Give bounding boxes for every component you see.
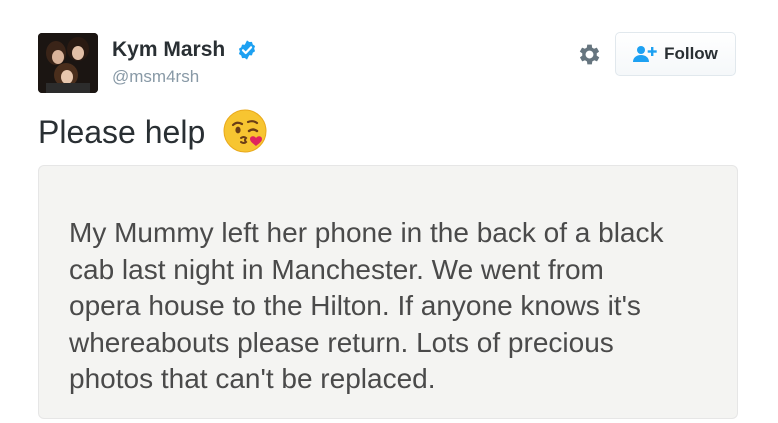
tweet-card: Kym Marsh @msm4rsh Follow Please help My…: [0, 0, 778, 423]
tweet-text: Please help: [38, 114, 206, 150]
verified-badge-icon: [238, 40, 256, 60]
display-name[interactable]: Kym Marsh: [112, 38, 225, 62]
kissing-face-emoji-icon: [223, 109, 267, 153]
attached-image-note[interactable]: My Mummy left her phone in the back of a…: [38, 165, 738, 419]
gear-icon[interactable]: [576, 41, 603, 68]
avatar[interactable]: [38, 33, 98, 93]
user-handle[interactable]: @msm4rsh: [112, 67, 199, 87]
follow-label: Follow: [664, 44, 718, 63]
add-user-icon: [633, 46, 657, 62]
note-text: My Mummy left her phone in the back of a…: [69, 217, 664, 394]
follow-button[interactable]: Follow: [615, 32, 736, 76]
